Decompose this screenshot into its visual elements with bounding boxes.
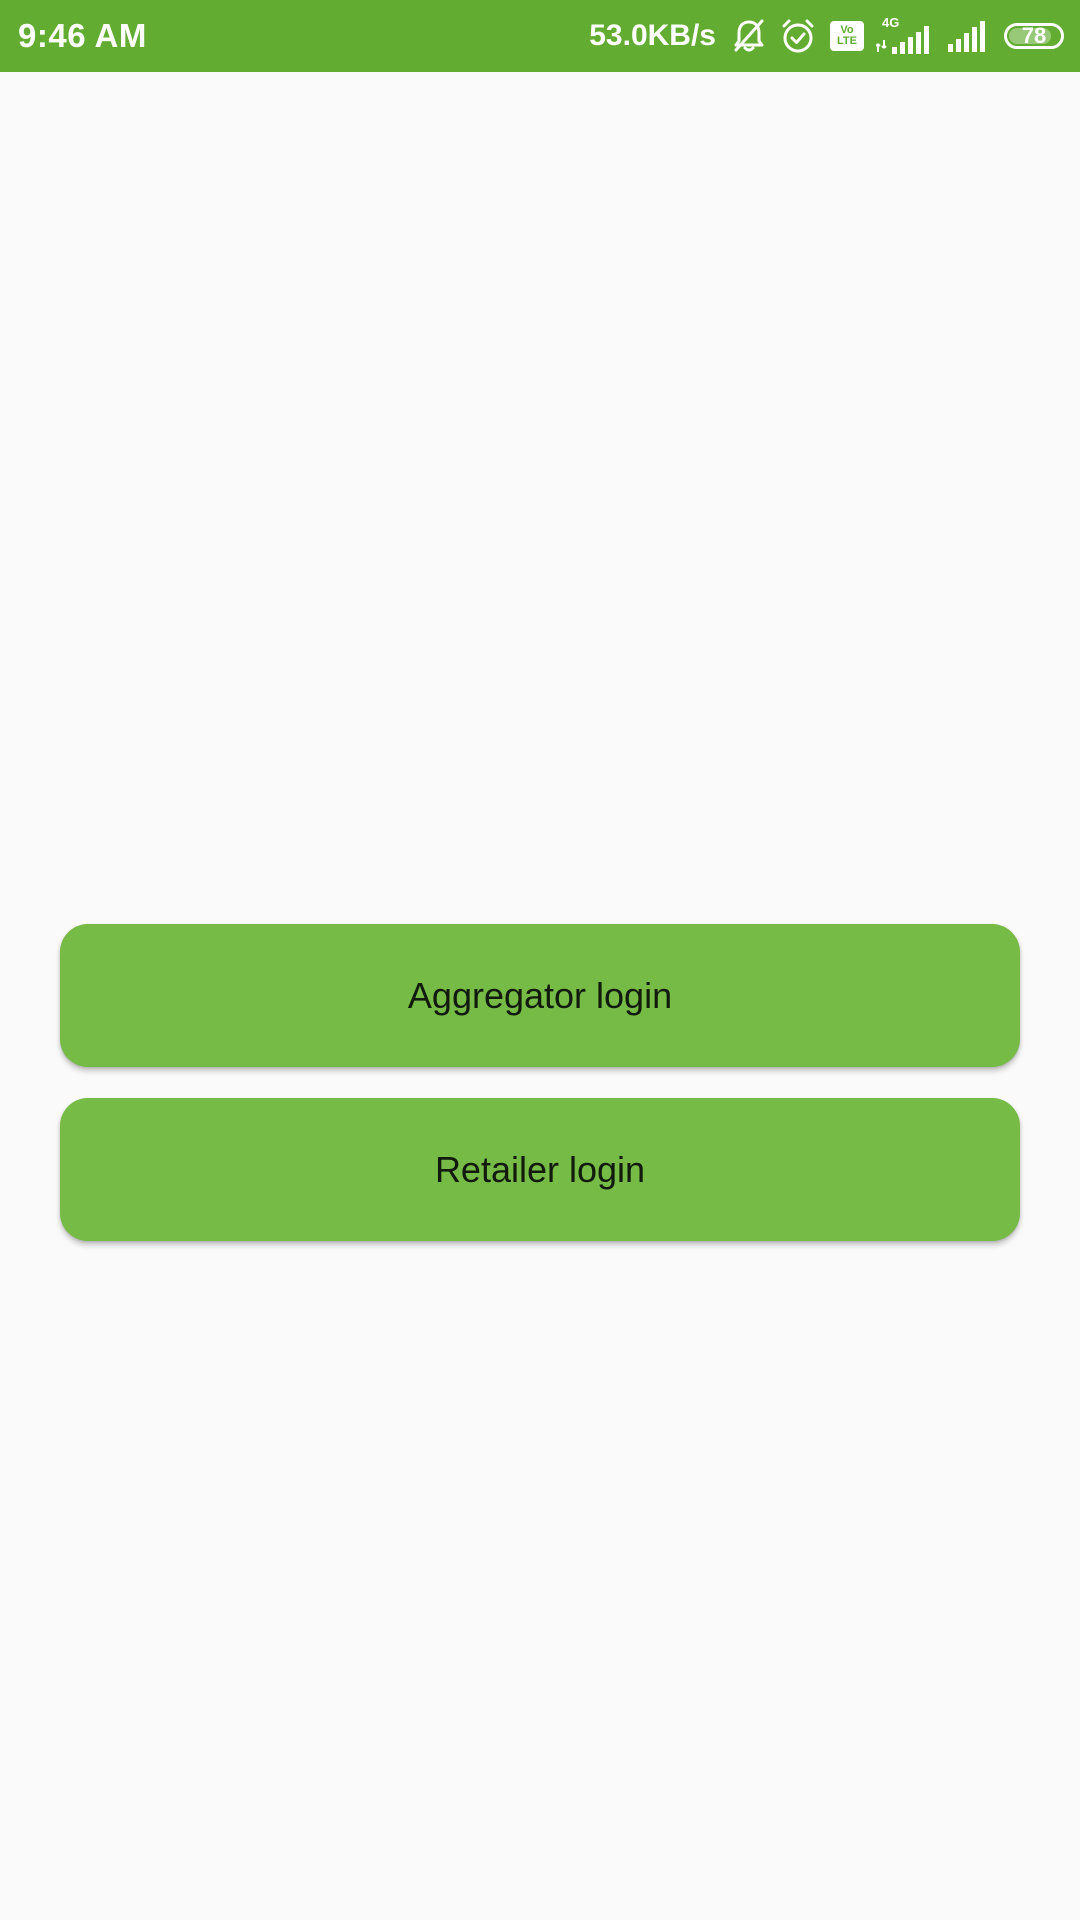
signal-icon xyxy=(948,20,988,52)
battery-level: 78 xyxy=(1021,23,1047,48)
network-speed: 53.0KB/s xyxy=(589,19,716,52)
alarm-icon xyxy=(780,18,816,54)
signal-icon: 4G xyxy=(876,16,934,56)
status-icons: 53.0KB/s Vo LTE 4G 78 xyxy=(589,0,1064,72)
status-bar: 9:46 AM 53.0KB/s Vo LTE 4G 78 xyxy=(0,0,1080,72)
retailer-login-button[interactable]: Retailer login xyxy=(60,1098,1020,1241)
battery-icon: 78 xyxy=(1004,23,1064,49)
bell-off-icon xyxy=(732,18,766,54)
app-screen: 9:46 AM 53.0KB/s Vo LTE 4G 78 Aggregator… xyxy=(0,0,1080,1920)
volte-icon: Vo LTE xyxy=(830,21,864,51)
volte-bottom-label: LTE xyxy=(837,35,857,47)
status-time: 9:46 AM xyxy=(18,17,147,54)
aggregator-login-button[interactable]: Aggregator login xyxy=(60,924,1020,1067)
